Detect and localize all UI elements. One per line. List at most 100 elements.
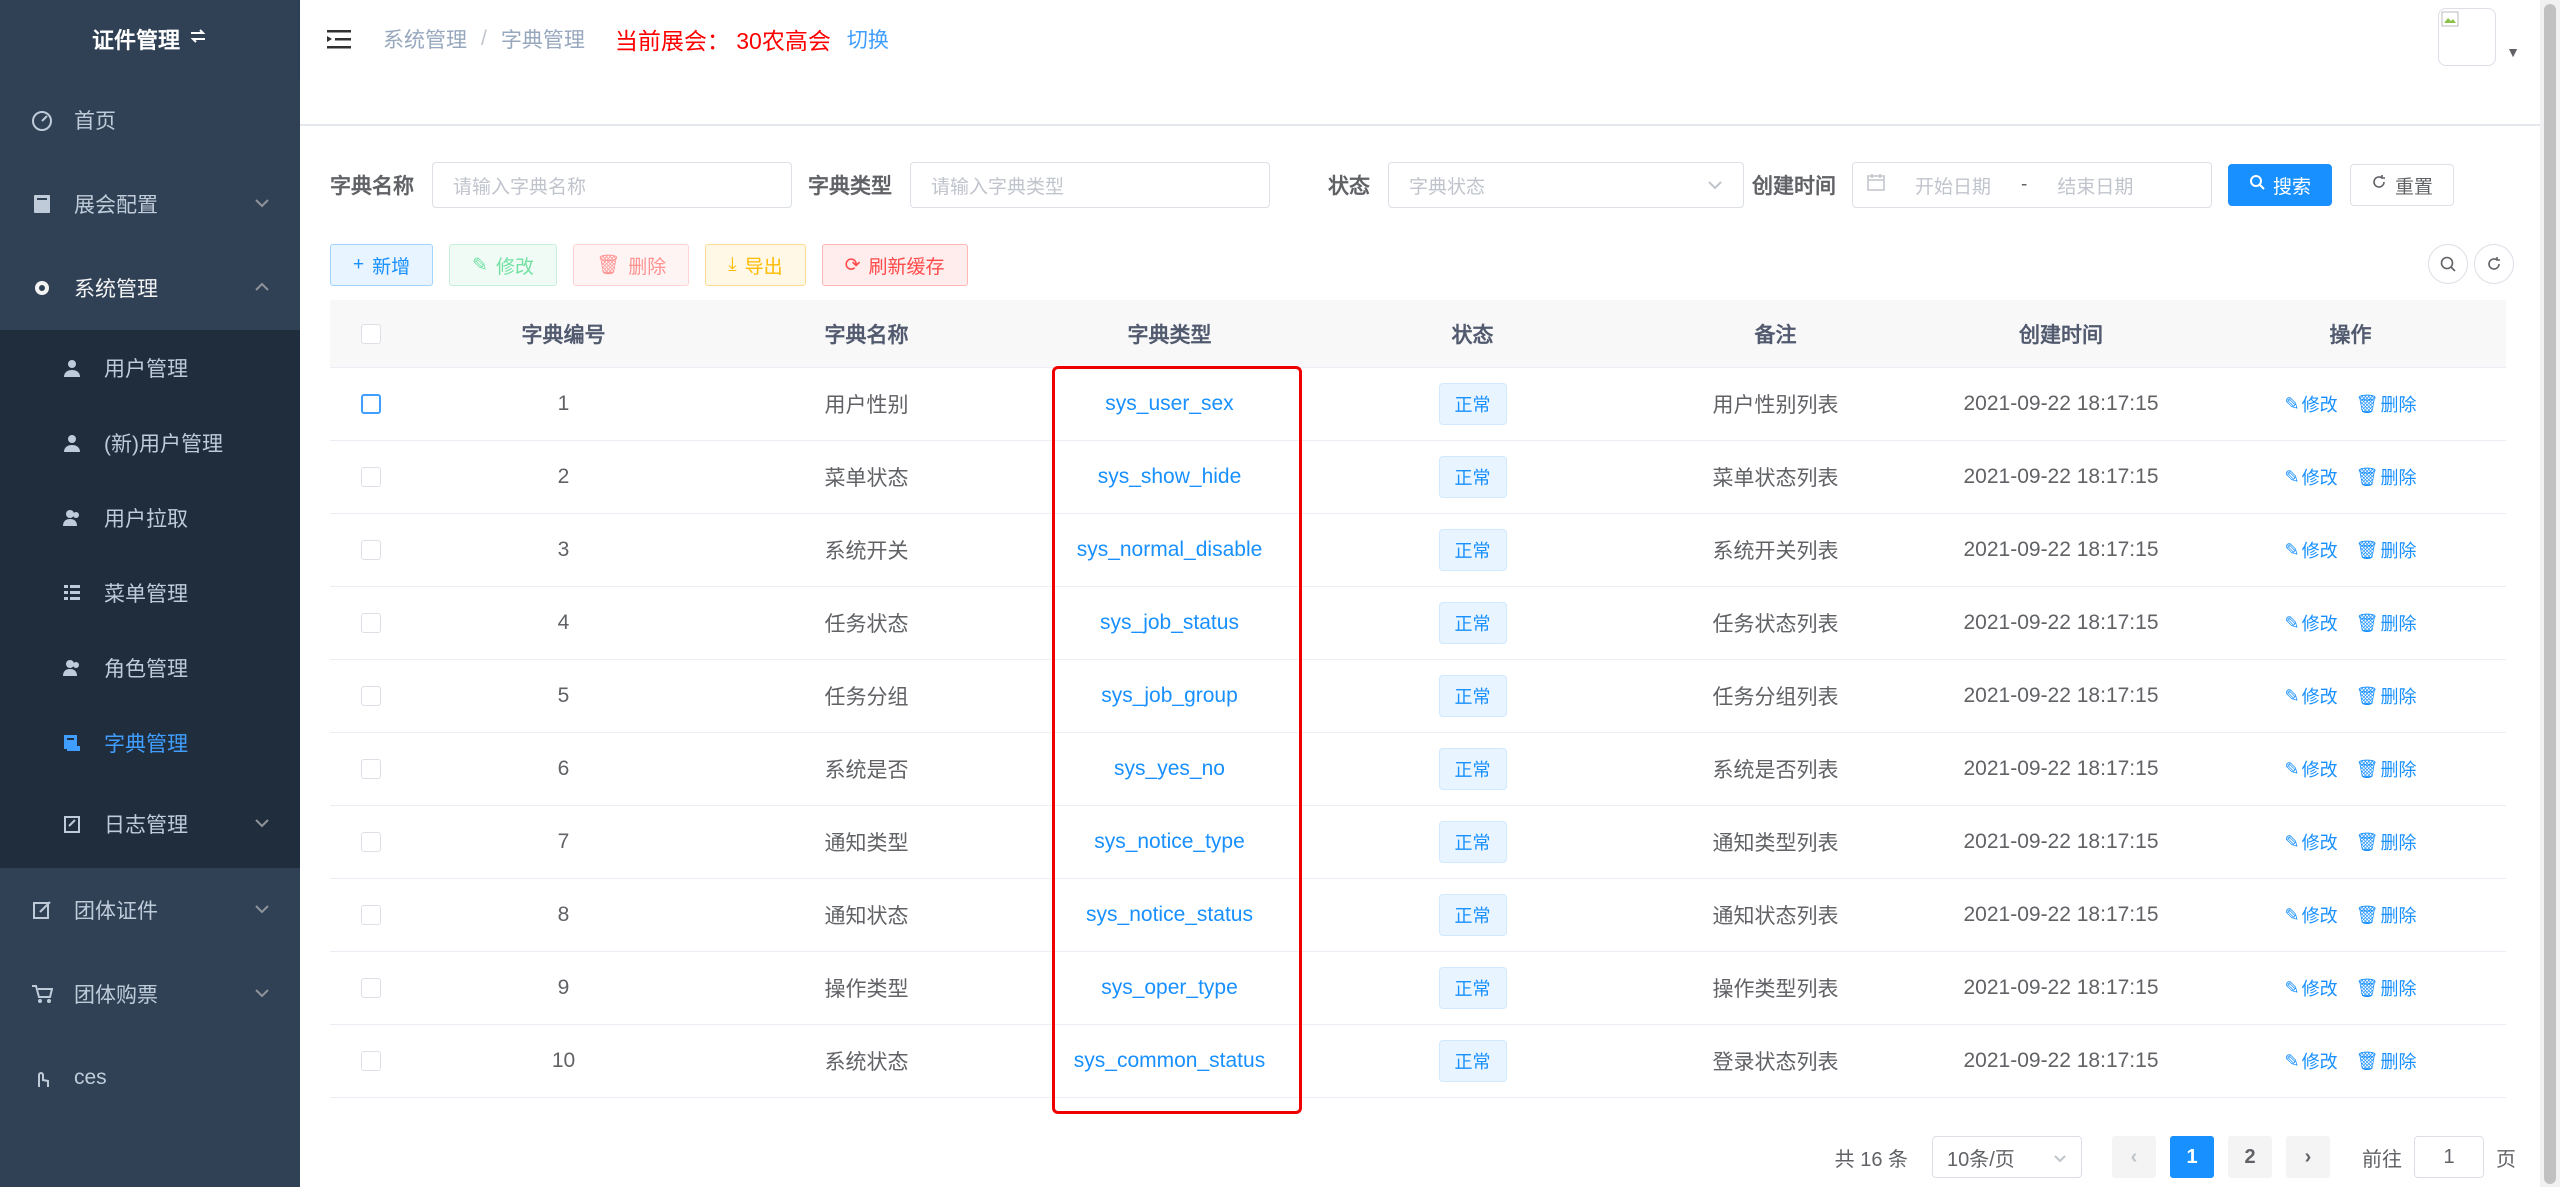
goto-page-input[interactable]: 1	[2414, 1136, 2484, 1178]
edit-icon: ✎	[2284, 612, 2300, 633]
delete-button[interactable]: 🗑 删除	[573, 244, 690, 286]
caret-down-icon[interactable]: ▼	[2506, 44, 2520, 60]
dict-name-input[interactable]: 请输入字典名称	[432, 162, 792, 208]
table-row[interactable]: 8 通知状态 sys_notice_status 正常 通知状态列表 2021-…	[330, 879, 2506, 952]
dict-type-link[interactable]: sys_user_sex	[1105, 392, 1233, 415]
dict-type-cell: sys_job_group	[1018, 684, 1321, 708]
scrollbar-thumb[interactable]	[2544, 4, 2556, 1184]
switch-system-icon[interactable]	[188, 26, 208, 52]
page-button-1[interactable]: 1	[2170, 1136, 2214, 1178]
dict-type-link[interactable]: sys_notice_status	[1086, 903, 1253, 926]
page-scrollbar[interactable]	[2540, 0, 2560, 1187]
row-delete-button[interactable]: 🗑 删除	[2356, 610, 2417, 636]
row-delete-button[interactable]: 🗑 删除	[2356, 756, 2417, 782]
reset-button[interactable]: 重置	[2350, 164, 2455, 206]
dict-type-link[interactable]: sys_job_group	[1101, 684, 1238, 707]
refresh-cache-button[interactable]: ⟳ 刷新缓存	[821, 244, 968, 286]
row-checkbox[interactable]	[361, 613, 381, 633]
row-delete-button[interactable]: 🗑 删除	[2356, 537, 2417, 563]
row-edit-button[interactable]: ✎ 修改	[2285, 683, 2338, 709]
dict-type-link[interactable]: sys_common_status	[1074, 1049, 1265, 1072]
table-row[interactable]: 3 系统开关 sys_normal_disable 正常 系统开关列表 2021…	[330, 514, 2506, 587]
sidebar-item-users[interactable]: 用户管理	[0, 330, 300, 405]
dict-type-link[interactable]: sys_job_status	[1100, 611, 1239, 634]
sidebar-item-expo-config[interactable]: 展会配置	[0, 162, 300, 246]
dict-type-link[interactable]: sys_notice_type	[1094, 830, 1245, 853]
dict-type-link[interactable]: sys_oper_type	[1101, 976, 1238, 999]
page-button-2[interactable]: 2	[2228, 1136, 2272, 1178]
row-edit-button[interactable]: ✎ 修改	[2285, 829, 2338, 855]
edit-icon: ✎	[2284, 977, 2300, 998]
remark-cell: 系统开关列表	[1712, 540, 1839, 563]
refresh-table-button[interactable]	[2474, 244, 2514, 284]
row-checkbox[interactable]	[361, 540, 381, 560]
row-delete-button[interactable]: 🗑 删除	[2356, 464, 2417, 490]
dict-type-link[interactable]: sys_yes_no	[1114, 757, 1225, 780]
sidebar-item-menu[interactable]: 菜单管理	[0, 555, 300, 630]
sidebar-item-home[interactable]: 首页	[0, 78, 300, 162]
row-checkbox[interactable]	[361, 394, 381, 414]
row-checkbox[interactable]	[361, 759, 381, 779]
row-delete-button[interactable]: 🗑 删除	[2356, 902, 2417, 928]
sidebar-item-user-pull[interactable]: 用户拉取	[0, 480, 300, 555]
sidebar-item-new-users[interactable]: (新)用户管理	[0, 405, 300, 480]
edit-button[interactable]: ✎ 修改	[449, 244, 558, 286]
search-button[interactable]: 搜索	[2228, 164, 2333, 206]
table-row[interactable]: 9 操作类型 sys_oper_type 正常 操作类型列表 2021-09-2…	[330, 952, 2506, 1025]
row-edit-button[interactable]: ✎ 修改	[2285, 902, 2338, 928]
row-delete-button[interactable]: 🗑 删除	[2356, 683, 2417, 709]
dict-type-input[interactable]: 请输入字典类型	[910, 162, 1270, 208]
row-delete-button[interactable]: 🗑 删除	[2356, 829, 2417, 855]
start-date-placeholder[interactable]: 开始日期	[1915, 172, 1991, 199]
dict-type-link[interactable]: sys_show_hide	[1098, 465, 1242, 488]
user-menu[interactable]: ▼	[2438, 8, 2520, 66]
select-all-checkbox[interactable]	[361, 323, 381, 344]
sidebar-item-group-cert[interactable]: 团体证件	[0, 868, 300, 952]
sidebar-item-system[interactable]: 系统管理	[0, 246, 300, 330]
row-edit-button[interactable]: ✎ 修改	[2285, 1048, 2338, 1074]
avatar[interactable]	[2438, 8, 2497, 66]
dict-type-cell: sys_job_status	[1018, 611, 1321, 635]
row-checkbox[interactable]	[361, 686, 381, 706]
table-row[interactable]: 6 系统是否 sys_yes_no 正常 系统是否列表 2021-09-22 1…	[330, 733, 2506, 806]
status-select[interactable]: 字典状态	[1388, 162, 1744, 208]
row-edit-button[interactable]: ✎ 修改	[2285, 537, 2338, 563]
row-checkbox[interactable]	[361, 978, 381, 998]
sidebar-item-roles[interactable]: 角色管理	[0, 630, 300, 705]
row-edit-button[interactable]: ✎ 修改	[2285, 756, 2338, 782]
row-checkbox[interactable]	[361, 905, 381, 925]
row-edit-button[interactable]: ✎ 修改	[2285, 610, 2338, 636]
table-row[interactable]: 10 系统状态 sys_common_status 正常 登录状态列表 2021…	[330, 1025, 2506, 1098]
table-row[interactable]: 1 用户性别 sys_user_sex 正常 用户性别列表 2021-09-22…	[330, 368, 2506, 441]
switch-expo-link[interactable]: 切换	[847, 24, 889, 54]
table-row[interactable]: 7 通知类型 sys_notice_type 正常 通知类型列表 2021-09…	[330, 806, 2506, 879]
table-row[interactable]: 4 任务状态 sys_job_status 正常 任务状态列表 2021-09-…	[330, 587, 2506, 660]
edit-icon: ✎	[2284, 466, 2300, 487]
export-button[interactable]: ⤓ 导出	[705, 244, 806, 286]
end-date-placeholder[interactable]: 结束日期	[2057, 172, 2133, 199]
row-delete-button[interactable]: 🗑 删除	[2356, 975, 2417, 1001]
next-page-button[interactable]: ›	[2286, 1136, 2330, 1178]
row-edit-button[interactable]: ✎ 修改	[2285, 464, 2338, 490]
table-row[interactable]: 2 菜单状态 sys_show_hide 正常 菜单状态列表 2021-09-2…	[330, 441, 2506, 514]
row-delete-button[interactable]: 🗑 删除	[2356, 1048, 2417, 1074]
table-row[interactable]: 5 任务分组 sys_job_group 正常 任务分组列表 2021-09-2…	[330, 660, 2506, 733]
row-checkbox[interactable]	[361, 467, 381, 487]
hamburger-icon[interactable]	[325, 25, 353, 53]
prev-page-button[interactable]: ‹	[2112, 1136, 2156, 1178]
row-checkbox[interactable]	[361, 1051, 381, 1071]
row-delete-button[interactable]: 🗑 删除	[2356, 391, 2417, 417]
sidebar-item-logs[interactable]: 日志管理	[0, 780, 300, 868]
add-button[interactable]: + 新增	[330, 244, 434, 286]
sidebar-item-group-ticket[interactable]: 团体购票	[0, 952, 300, 1036]
breadcrumb-item-system[interactable]: 系统管理	[383, 24, 467, 54]
row-edit-button[interactable]: ✎ 修改	[2285, 391, 2338, 417]
row-edit-button[interactable]: ✎ 修改	[2285, 975, 2338, 1001]
date-range-picker[interactable]: 开始日期 - 结束日期	[1852, 162, 2212, 208]
row-checkbox[interactable]	[361, 832, 381, 852]
sidebar-item-dict[interactable]: 字典管理	[0, 705, 300, 780]
toggle-search-button[interactable]	[2428, 244, 2468, 284]
sidebar-item-ces[interactable]: ces	[0, 1036, 300, 1120]
dict-type-link[interactable]: sys_normal_disable	[1077, 538, 1263, 561]
page-size-select[interactable]: 10条/页	[1932, 1136, 2082, 1178]
